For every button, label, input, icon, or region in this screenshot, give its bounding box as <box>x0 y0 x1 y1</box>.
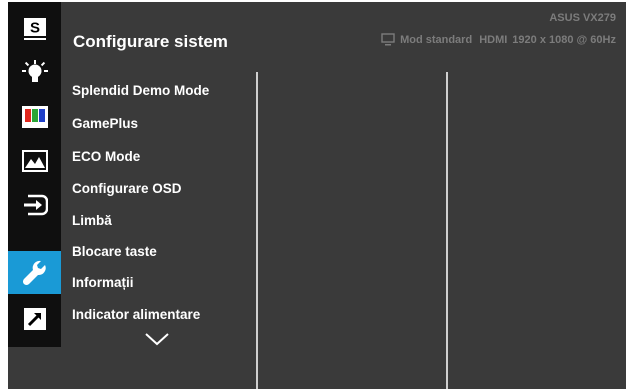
status-mode: Mod standard <box>400 33 473 46</box>
color-bars-icon <box>21 105 48 128</box>
sidebar-item-input[interactable] <box>8 183 61 226</box>
menu-item-osd-setup[interactable]: Configurare OSD <box>72 181 182 196</box>
status-input: HDMI <box>479 33 508 46</box>
menu-item-splendid-demo[interactable]: Splendid Demo Mode <box>72 83 209 98</box>
column-divider-1 <box>256 72 258 389</box>
shortcut-arrow-icon <box>23 307 46 330</box>
chevron-down-icon[interactable] <box>144 332 170 346</box>
status-resolution: 1920 x 1080 @ 60Hz <box>512 33 616 46</box>
sidebar-item-shortcut[interactable] <box>8 297 61 340</box>
menu-item-power-indicator[interactable]: Indicator alimentare <box>72 307 200 322</box>
osd-window: S Configurare sistem ASUS VX279 Mod stan… <box>8 2 626 389</box>
splendid-s-icon: S <box>23 17 46 40</box>
menu-item-key-lock[interactable]: Blocare taste <box>72 244 157 259</box>
image-icon <box>21 149 48 172</box>
menu-item-eco-mode[interactable]: ECO Mode <box>72 149 140 164</box>
wrench-icon <box>22 260 46 285</box>
sidebar-item-splendid[interactable]: S <box>8 7 61 50</box>
page-title: Configurare sistem <box>73 32 228 51</box>
input-select-icon <box>23 194 48 215</box>
model-name: ASUS VX279 <box>549 12 616 24</box>
sidebar-item-system-setup[interactable] <box>8 251 61 294</box>
sidebar-item-color[interactable] <box>8 95 61 138</box>
svg-text:S: S <box>29 19 39 36</box>
sidebar-item-image[interactable] <box>8 139 61 182</box>
menu-item-language[interactable]: Limbă <box>72 213 112 228</box>
column-divider-2 <box>446 72 448 389</box>
sidebar-footer <box>8 347 61 389</box>
sidebar: S <box>8 2 61 347</box>
status-bar: Mod standard HDMI 1920 x 1080 @ 60Hz <box>381 33 616 46</box>
sidebar-item-brightness[interactable] <box>8 51 61 94</box>
menu-item-information[interactable]: Informații <box>72 275 134 290</box>
monitor-icon <box>381 33 395 46</box>
brightness-icon <box>21 59 48 82</box>
header: Configurare sistem ASUS VX279 Mod standa… <box>61 2 626 58</box>
menu-item-gameplus[interactable]: GamePlus <box>72 116 138 131</box>
menu-panel: Splendid Demo Mode GamePlus ECO Mode Con… <box>61 58 626 389</box>
